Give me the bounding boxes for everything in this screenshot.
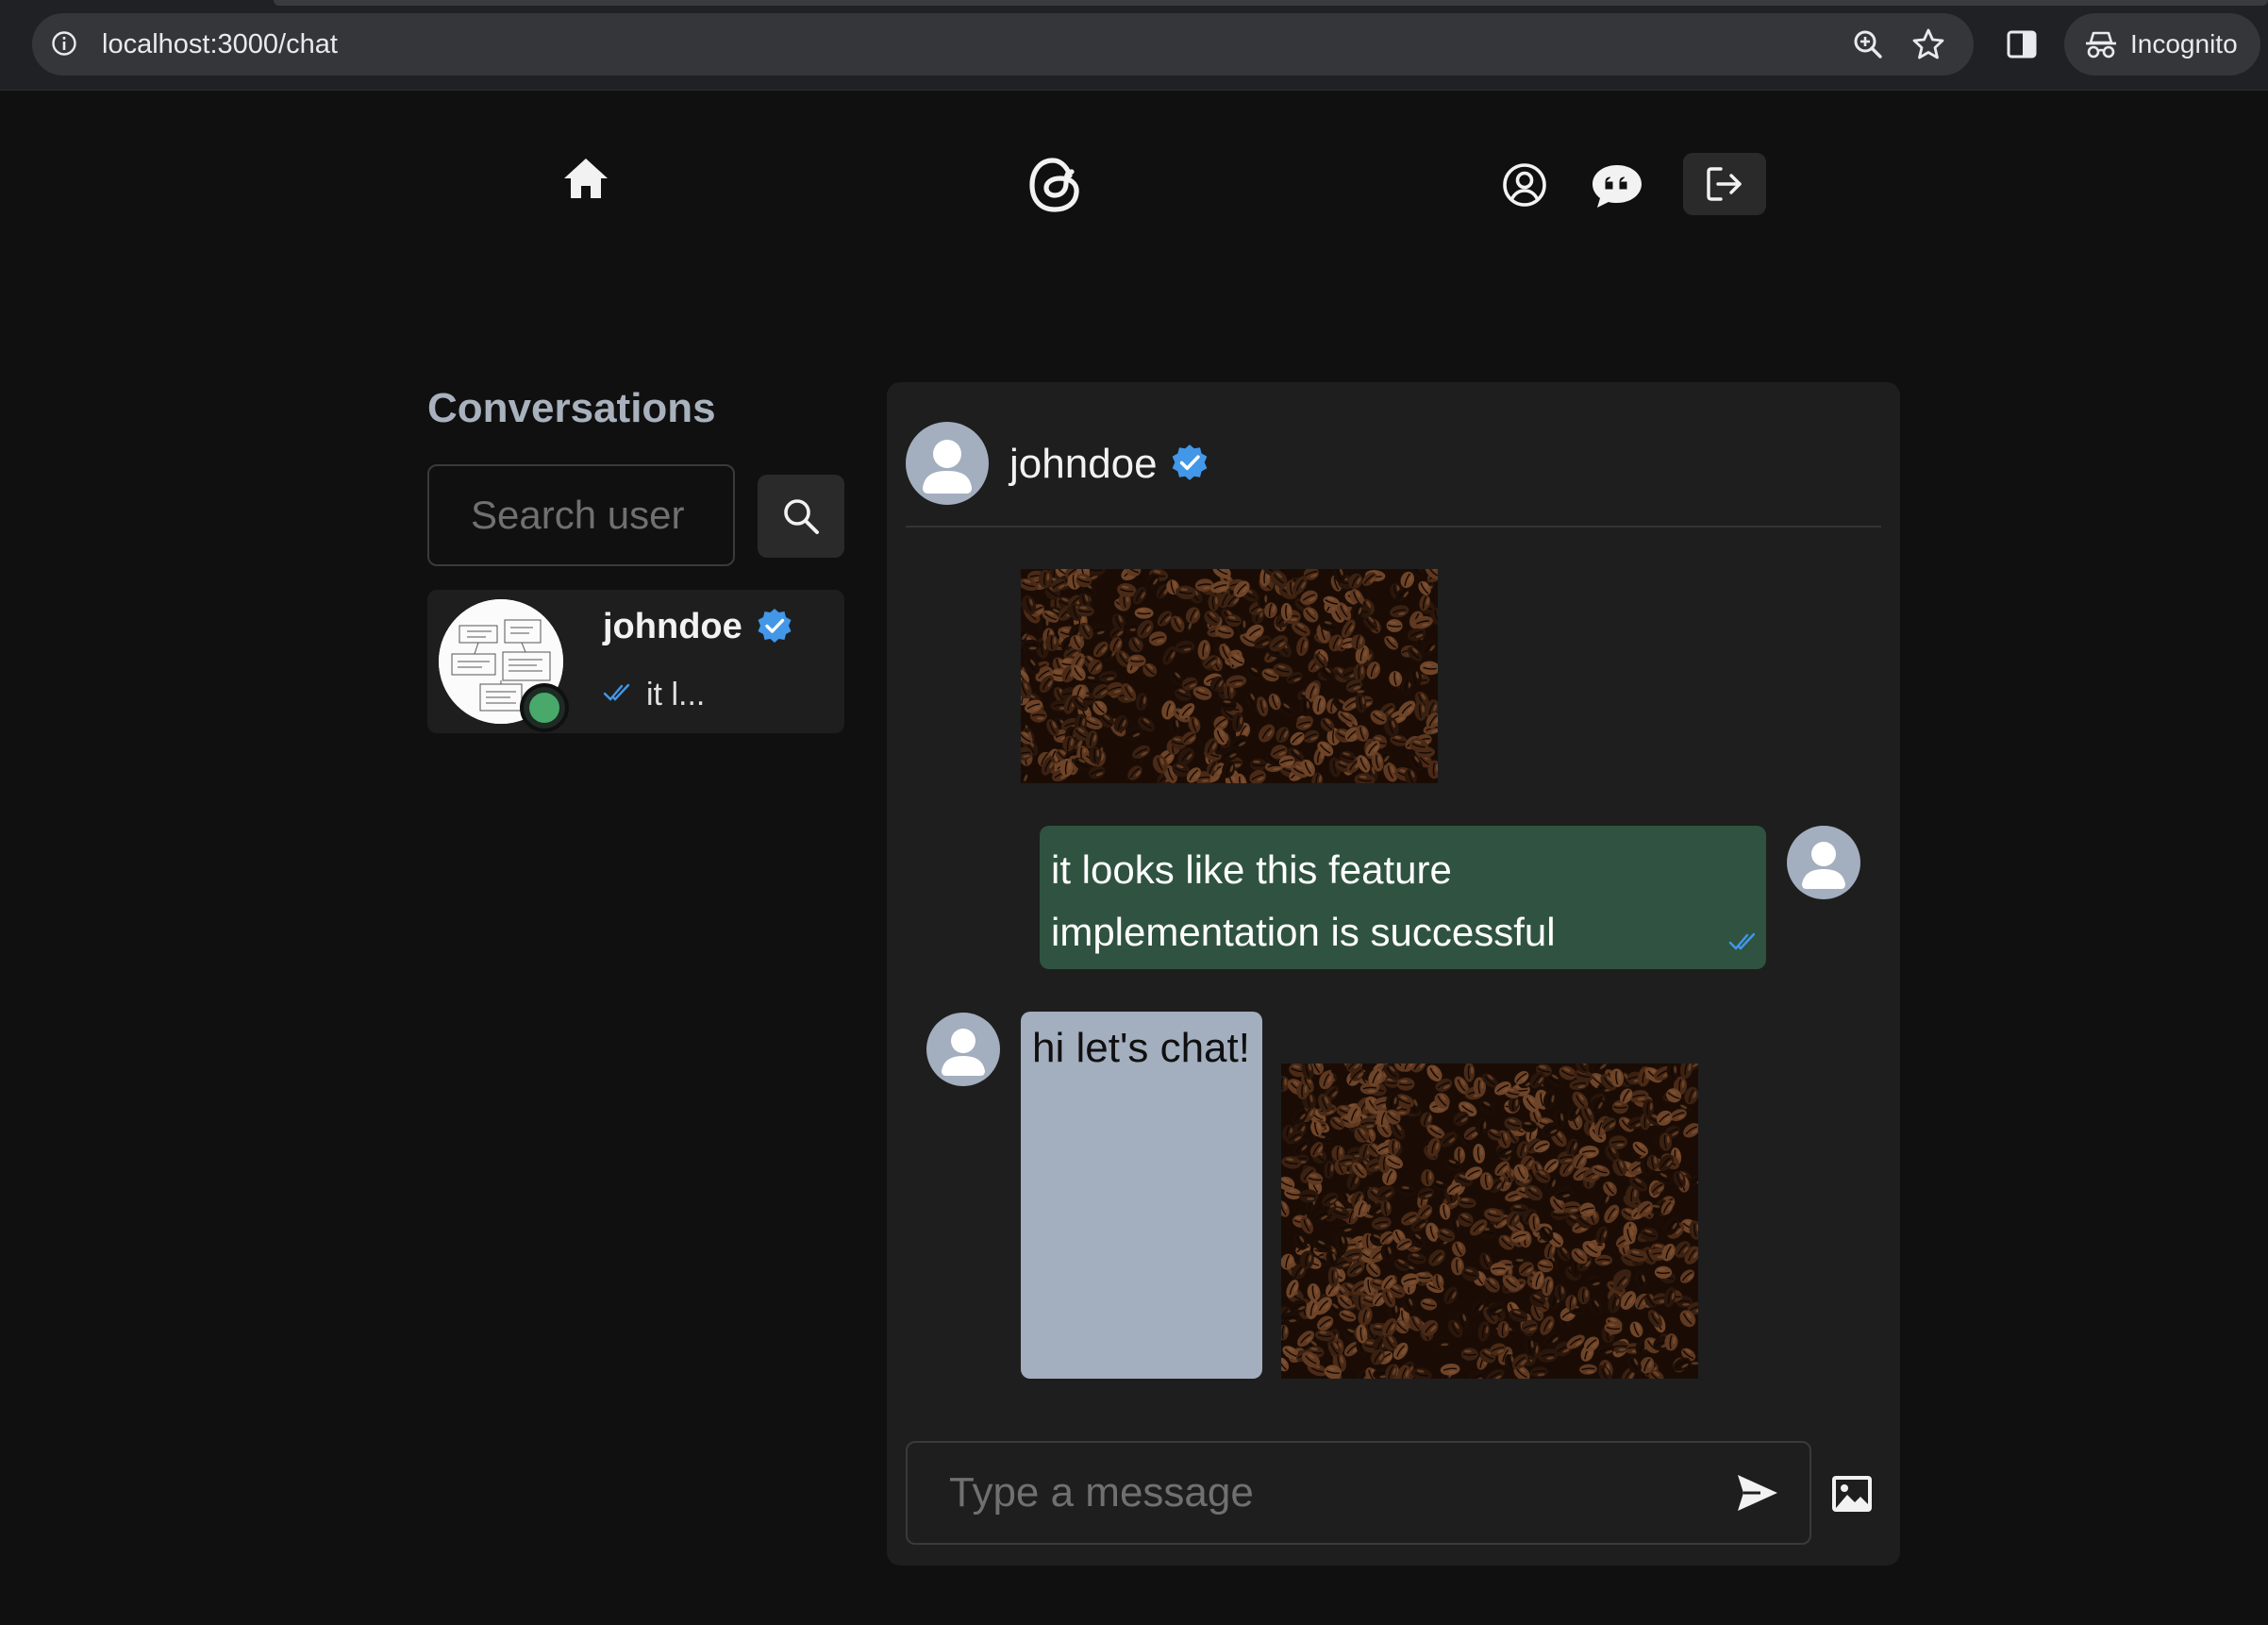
verified-badge-icon bbox=[758, 609, 792, 643]
threads-logo-icon[interactable] bbox=[1026, 155, 1085, 215]
user-circle-icon[interactable] bbox=[1502, 162, 1547, 208]
search-user-input[interactable] bbox=[429, 466, 733, 564]
conversation-username: johndoe bbox=[603, 607, 742, 646]
coffee-beans-image bbox=[1281, 1064, 1698, 1379]
chat-header-divider bbox=[906, 526, 1881, 528]
incognito-badge[interactable]: Incognito bbox=[2064, 13, 2260, 75]
search-user-field[interactable] bbox=[427, 464, 735, 566]
own-message-text: it looks like this feature implementatio… bbox=[1051, 847, 1556, 954]
search-icon bbox=[784, 499, 819, 534]
message-image[interactable] bbox=[1021, 569, 1438, 783]
message-image[interactable] bbox=[1281, 1064, 1698, 1379]
chat-header-username: johndoe bbox=[1009, 441, 1158, 487]
peer-message-text: hi let's chat! bbox=[1032, 1025, 1250, 1071]
peer-message-bubble[interactable]: hi let's chat! bbox=[1021, 1012, 1262, 1379]
verified-badge-icon bbox=[1172, 444, 1208, 480]
bookmark-star-icon[interactable] bbox=[1911, 27, 1945, 61]
browser-toolbar: localhost:3000/chat Incognito bbox=[0, 0, 2268, 91]
coffee-beans-image bbox=[1021, 569, 1438, 783]
side-panel-icon[interactable] bbox=[2006, 28, 2038, 60]
incognito-label: Incognito bbox=[2130, 29, 2238, 59]
logout-icon bbox=[1707, 167, 1742, 201]
seen-double-check-icon bbox=[1728, 932, 1756, 950]
home-icon[interactable] bbox=[562, 155, 609, 202]
peer-avatar bbox=[926, 1013, 1000, 1086]
own-message-bubble[interactable]: it looks like this feature implementatio… bbox=[1040, 826, 1766, 969]
chat-header-avatar[interactable] bbox=[906, 422, 989, 505]
last-message-preview: it l... bbox=[646, 677, 706, 712]
search-button[interactable] bbox=[758, 475, 844, 558]
incognito-icon bbox=[2086, 31, 2116, 59]
url-text[interactable]: localhost:3000/chat bbox=[102, 13, 338, 75]
message-input[interactable] bbox=[908, 1443, 1700, 1543]
own-avatar bbox=[1787, 826, 1860, 899]
logout-button[interactable] bbox=[1683, 153, 1766, 215]
zoom-icon[interactable] bbox=[1851, 27, 1885, 61]
site-info-icon[interactable] bbox=[51, 30, 77, 57]
online-status-indicator bbox=[524, 687, 565, 729]
address-bar[interactable]: localhost:3000/chat bbox=[32, 13, 1974, 75]
double-check-icon bbox=[603, 683, 630, 701]
conversation-item[interactable]: johndoe it l... bbox=[427, 590, 844, 733]
chat-panel: johndoe it looks like this feature imple… bbox=[887, 382, 1900, 1566]
tab-strip bbox=[274, 0, 2268, 6]
send-icon[interactable] bbox=[1736, 1473, 1779, 1513]
image-upload-icon[interactable] bbox=[1830, 1474, 1874, 1514]
chat-bubble-icon[interactable] bbox=[1591, 162, 1643, 209]
conversations-heading: Conversations bbox=[427, 385, 716, 431]
message-composer[interactable] bbox=[906, 1441, 1811, 1545]
